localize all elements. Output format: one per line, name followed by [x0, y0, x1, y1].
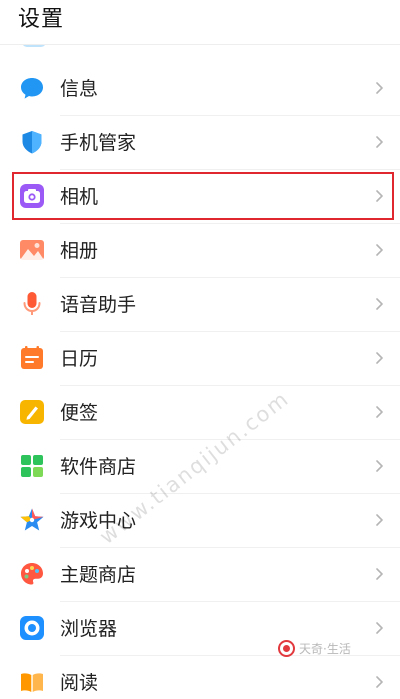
- book-icon: [19, 669, 45, 695]
- message-bubble-icon: [19, 75, 45, 101]
- settings-item-label: 阅读: [60, 672, 99, 694]
- chevron-right-icon: [372, 457, 386, 475]
- chevron-right-icon: [372, 241, 386, 259]
- chevron-right-icon: [372, 349, 386, 367]
- settings-screen: 设置 信息 手机管家 相机 相册 语音助手 日历 便签 软件商店 游戏中心 主题…: [0, 0, 400, 699]
- calendar-icon: [19, 345, 45, 371]
- settings-item-voice-assistant[interactable]: 语音助手: [0, 278, 400, 332]
- chevron-right-icon: [372, 565, 386, 583]
- header-divider: [0, 44, 400, 45]
- settings-item-label: 信息: [60, 78, 99, 100]
- settings-item-theme-store[interactable]: 主题商店: [0, 548, 400, 602]
- settings-item-label: 软件商店: [60, 456, 137, 478]
- settings-item-game-center[interactable]: 游戏中心: [0, 494, 400, 548]
- settings-item-app-store[interactable]: 软件商店: [0, 440, 400, 494]
- settings-item-label: 主题商店: [60, 564, 137, 586]
- chevron-right-icon: [372, 295, 386, 313]
- settings-item-phone-manager[interactable]: 手机管家: [0, 116, 400, 170]
- chevron-right-icon: [372, 79, 386, 97]
- header: 设置: [0, 0, 400, 44]
- settings-item-label: 日历: [60, 348, 99, 370]
- settings-item-label: 便签: [60, 402, 99, 424]
- notes-icon: [19, 399, 45, 425]
- chevron-right-icon: [372, 619, 386, 637]
- settings-item-gallery[interactable]: 相册: [0, 224, 400, 278]
- shield-icon: [19, 129, 45, 155]
- settings-item-label: 手机管家: [60, 132, 137, 154]
- settings-item-browser[interactable]: 浏览器: [0, 602, 400, 656]
- settings-item-label: 语音助手: [60, 294, 137, 316]
- settings-list: 信息 手机管家 相机 相册 语音助手 日历 便签 软件商店 游戏中心 主题商店 …: [0, 62, 400, 699]
- chevron-right-icon: [372, 673, 386, 691]
- palette-icon: [19, 561, 45, 587]
- settings-item-label: 相册: [60, 240, 99, 262]
- chevron-right-icon: [372, 133, 386, 151]
- settings-item-calendar[interactable]: 日历: [0, 332, 400, 386]
- chevron-right-icon: [372, 187, 386, 205]
- gallery-icon: [19, 237, 45, 263]
- settings-item-messages[interactable]: 信息: [0, 62, 400, 116]
- settings-item-camera[interactable]: 相机: [0, 170, 400, 224]
- camera-icon: [19, 183, 45, 209]
- settings-item-notes[interactable]: 便签: [0, 386, 400, 440]
- game-star-icon: [19, 507, 45, 533]
- browser-icon: [19, 615, 45, 641]
- chevron-right-icon: [372, 403, 386, 421]
- app-store-icon: [19, 453, 45, 479]
- chevron-right-icon: [372, 511, 386, 529]
- settings-item-label: 游戏中心: [60, 510, 137, 532]
- settings-item-label: 浏览器: [60, 618, 118, 640]
- settings-item-label: 相机: [60, 186, 99, 208]
- page-title: 设置: [18, 7, 65, 32]
- settings-item-reading[interactable]: 阅读: [0, 656, 400, 699]
- microphone-icon: [19, 291, 45, 317]
